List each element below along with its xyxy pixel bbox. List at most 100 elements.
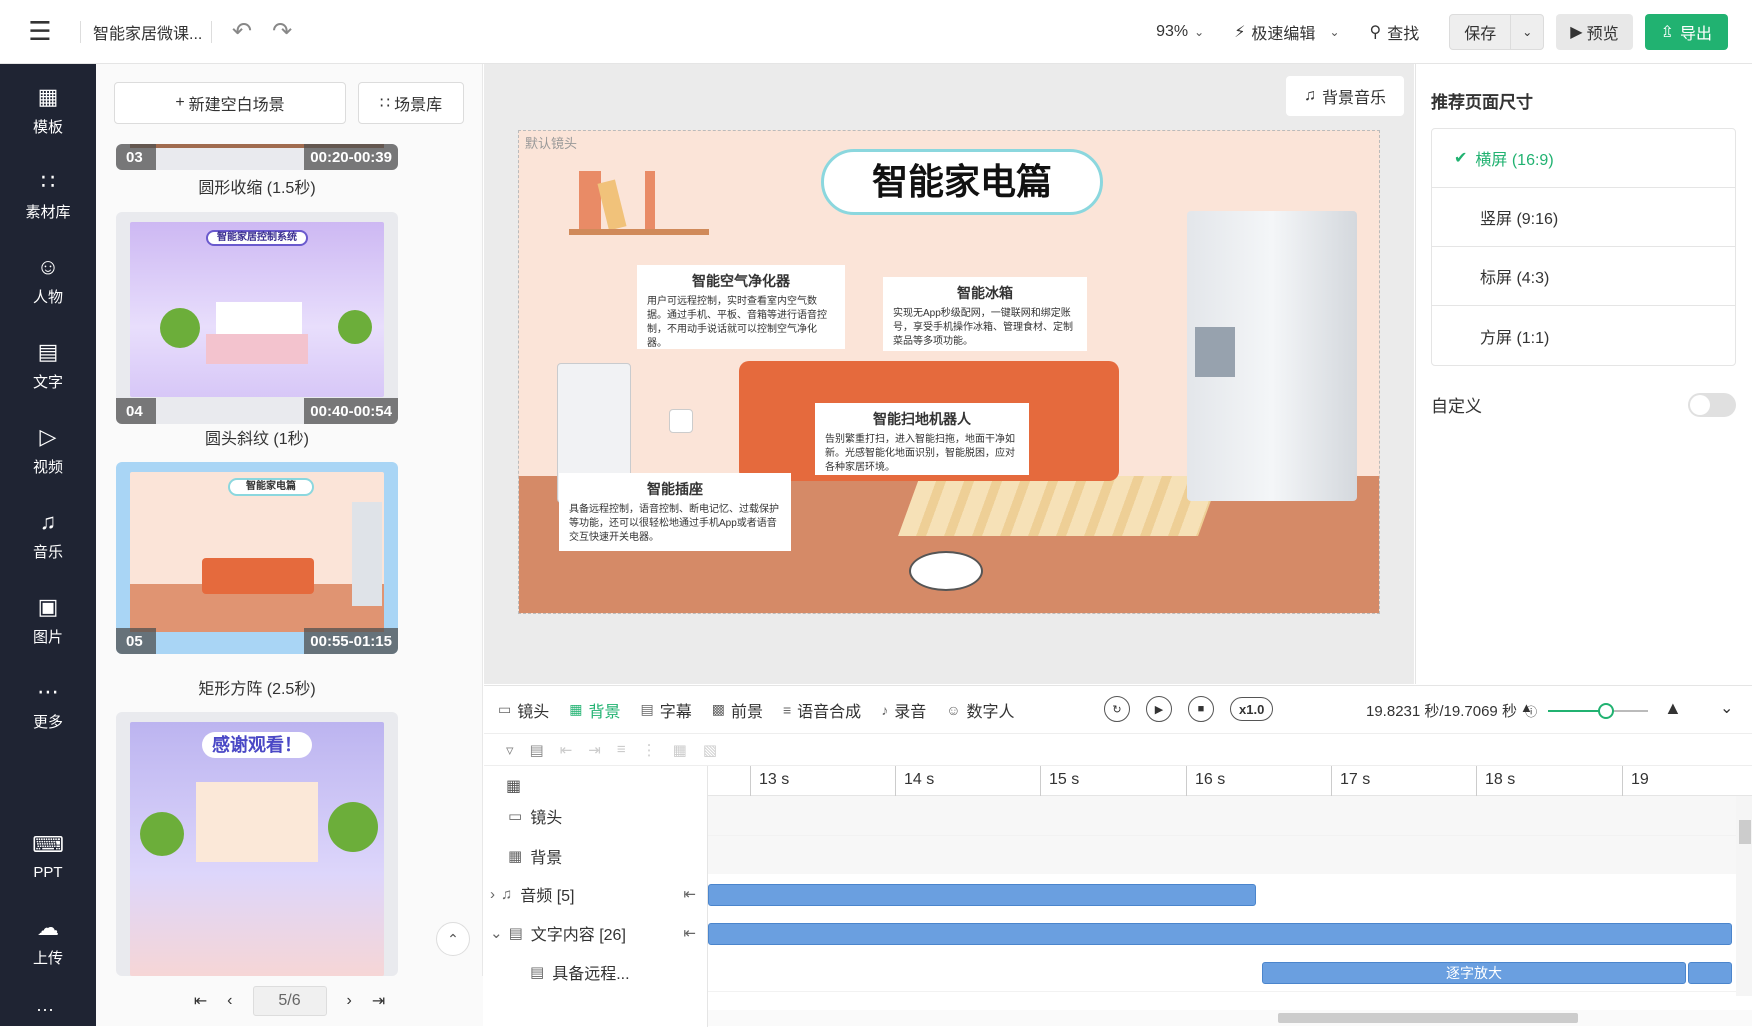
scroll-top-chevron-icon[interactable]: ⌃ <box>436 922 470 956</box>
save-options-chevron-icon[interactable]: ⌄ <box>1511 15 1543 49</box>
sidebar-item-upload[interactable]: ☁ 上传 <box>0 901 96 981</box>
distribute-icon[interactable]: ⋮ <box>642 741 657 759</box>
time-ruler[interactable]: 13 s 14 s 15 s 16 s 17 s 18 s 19 <box>708 766 1752 796</box>
sidebar-item-video[interactable]: ▷ 视频 <box>0 410 96 490</box>
info-card-robot-vacuum[interactable]: 智能扫地机器人 告别繁重打扫，进入智能扫拖，地面干净如新。光感智能化地面识别，智… <box>815 403 1029 475</box>
scene-thumbnail-05[interactable]: 智能家电篇 05 00:55-01:15 <box>116 462 398 654</box>
tab-subtitle[interactable]: ▤字幕 <box>641 698 692 722</box>
sidebar-item-text[interactable]: ▤ 文字 <box>0 325 96 405</box>
text-animation-clip[interactable] <box>1688 962 1732 984</box>
custom-size-toggle[interactable] <box>1688 393 1736 417</box>
track-text-item[interactable]: ▤具备远程... <box>484 952 708 992</box>
fast-edit-dropdown[interactable]: ⚡︎ 极速编辑 ⌄ <box>1234 20 1339 44</box>
ruler-tick: 15 s <box>1040 766 1079 796</box>
document-title[interactable]: 智能家居微课... <box>93 20 211 44</box>
music-icon: ♫ <box>40 509 57 535</box>
align-center-icon[interactable]: ≡ <box>617 741 626 758</box>
zoom-knob[interactable] <box>1598 703 1614 719</box>
scene-library-button[interactable]: ∷ 场景库 <box>358 82 464 124</box>
zoom-dropdown[interactable]: 93% ⌄ <box>1156 23 1204 41</box>
text-content-clip[interactable] <box>708 923 1732 945</box>
export-button[interactable]: ⇫ 导出 <box>1645 14 1728 50</box>
stop-icon[interactable]: ■ <box>1188 696 1214 722</box>
menu-icon[interactable]: ☰ <box>0 0 80 64</box>
size-option-4-3[interactable]: 标屏 (4:3) <box>1432 247 1735 306</box>
track-text-content[interactable]: ⌄ ▤文字内容 [26] ⇤ <box>484 913 708 953</box>
track-background[interactable]: ▦背景 <box>484 836 708 876</box>
more-dots-icon[interactable]: ··· <box>36 999 54 1020</box>
tab-digital-human[interactable]: ☺数字人 <box>946 698 1014 722</box>
track-camera[interactable]: ▭镜头 <box>484 796 708 836</box>
scrollbar-thumb[interactable] <box>1278 1013 1578 1023</box>
sidebar-item-music[interactable]: ♫ 音乐 <box>0 495 96 575</box>
canvas-title[interactable]: 智能家电篇 <box>821 149 1103 215</box>
stage-canvas[interactable]: 默认镜头 智能家电篇 智能空气净化器 用户可远程控制，实时查看室内空气数据。通过… <box>518 130 1380 614</box>
track-row-text-content[interactable] <box>708 913 1736 953</box>
scene-thumbnail-06[interactable]: 感谢观看！ <box>116 712 398 976</box>
sidebar-item-image[interactable]: ▣ 图片 <box>0 580 96 660</box>
scene-transition-label[interactable]: 圆形收缩 (1.5秒) <box>116 174 398 198</box>
tab-recording[interactable]: ♪录音 <box>881 698 926 722</box>
align-right-icon[interactable]: ⇥ <box>588 741 601 759</box>
replay-icon[interactable]: ↻ <box>1104 696 1130 722</box>
size-option-1-1[interactable]: 方屏 (1:1) <box>1432 306 1735 365</box>
prev-page-icon[interactable]: ‹ <box>227 992 232 1010</box>
track-settings-icon[interactable]: ▦ <box>506 776 521 796</box>
save-button[interactable]: 保存 <box>1450 15 1511 49</box>
sidebar-item-template[interactable]: ▦ 模板 <box>0 70 96 150</box>
info-card-air-purifier[interactable]: 智能空气净化器 用户可远程控制，实时查看室内空气数据。通过手机、平板、音箱等进行… <box>637 265 845 349</box>
scene-thumbnail-03[interactable]: 03 00:20-00:39 <box>116 144 398 170</box>
exit-icon[interactable]: ⇤ <box>683 924 696 942</box>
track-row-text-item[interactable]: 逐字放大 <box>708 952 1736 992</box>
zoom-out-icon[interactable]: ▲ <box>1520 700 1533 715</box>
scrollbar-thumb[interactable] <box>1739 820 1751 844</box>
undo-icon[interactable]: ↶ <box>232 17 252 46</box>
tab-foreground[interactable]: ▩前景 <box>712 698 763 722</box>
horizontal-scrollbar[interactable] <box>708 1010 1752 1026</box>
track-audio[interactable]: › ♫音频 [5] ⇤ <box>484 874 708 914</box>
page-indicator[interactable]: 5/6 <box>253 986 327 1016</box>
filter-icon[interactable]: ▿ <box>506 741 514 759</box>
size-option-9-16[interactable]: 竖屏 (9:16) <box>1432 188 1735 247</box>
last-page-icon[interactable]: ⇥ <box>372 991 385 1011</box>
info-card-fridge[interactable]: 智能冰箱 实现无App秒级配网，一键联网和绑定账号，享受手机操作冰箱、管理食材、… <box>883 277 1087 351</box>
align-left-icon[interactable]: ⇤ <box>560 741 573 759</box>
vertical-scrollbar[interactable] <box>1736 796 1752 996</box>
find-button[interactable]: ⚲ 查找 <box>1370 20 1420 44</box>
sidebar-item-more[interactable]: ⋯ 更多 <box>0 665 96 745</box>
sidebar-item-assets[interactable]: ∷ 素材库 <box>0 155 96 235</box>
sidebar-item-ppt[interactable]: ⌨ PPT <box>0 816 96 896</box>
redo-icon[interactable]: ↷ <box>272 17 292 46</box>
new-blank-scene-button[interactable]: + 新建空白场景 <box>114 82 346 124</box>
scene-thumbnail-04[interactable]: 智能家居控制系统 04 00:40-00:54 <box>116 212 398 424</box>
sidebar-item-label: 人物 <box>33 286 63 307</box>
split-icon[interactable]: ▤ <box>530 741 544 759</box>
speed-button[interactable]: x1.0 <box>1230 697 1273 721</box>
collapse-timeline-icon[interactable]: ⌄ <box>1720 698 1733 718</box>
info-card-smart-socket[interactable]: 智能插座 具备远程控制，语音控制、断电记忆、过载保护等功能，还可以很轻松地通过手… <box>559 473 791 551</box>
scene-transition-label[interactable]: 圆头斜纹 (1秒) <box>116 425 398 449</box>
preview-button[interactable]: ▶ 预览 <box>1556 14 1632 50</box>
tab-background[interactable]: ▦背景 <box>569 698 620 722</box>
group-icon[interactable]: ▦ <box>673 741 687 759</box>
scene-transition-label[interactable]: 矩形方阵 (2.5秒) <box>116 675 398 699</box>
size-option-16-9[interactable]: ✔ 横屏 (16:9) <box>1432 129 1735 188</box>
zoom-in-icon[interactable]: ▲ <box>1664 698 1682 719</box>
first-page-icon[interactable]: ⇤ <box>194 991 207 1011</box>
background-music-button[interactable]: ♫ 背景音乐 <box>1286 76 1404 116</box>
scene-time: 00:40-00:54 <box>304 398 398 424</box>
sidebar-item-person[interactable]: ☺ 人物 <box>0 240 96 320</box>
tab-tts[interactable]: ≡语音合成 <box>783 698 861 722</box>
next-page-icon[interactable]: › <box>347 992 352 1010</box>
track-row-background[interactable] <box>708 836 1736 876</box>
tab-camera[interactable]: ▭镜头 <box>498 698 549 722</box>
track-row-audio[interactable] <box>708 874 1736 914</box>
exit-icon[interactable]: ⇤ <box>683 885 696 903</box>
text-animation-clip[interactable]: 逐字放大 <box>1262 962 1686 984</box>
play-icon[interactable]: ▶ <box>1146 696 1172 722</box>
audio-clip[interactable] <box>708 884 1256 906</box>
track-row-camera[interactable] <box>708 796 1736 836</box>
shelf-shape <box>569 229 709 235</box>
timeline-zoom-slider[interactable] <box>1548 710 1648 712</box>
ungroup-icon[interactable]: ▧ <box>703 741 717 759</box>
